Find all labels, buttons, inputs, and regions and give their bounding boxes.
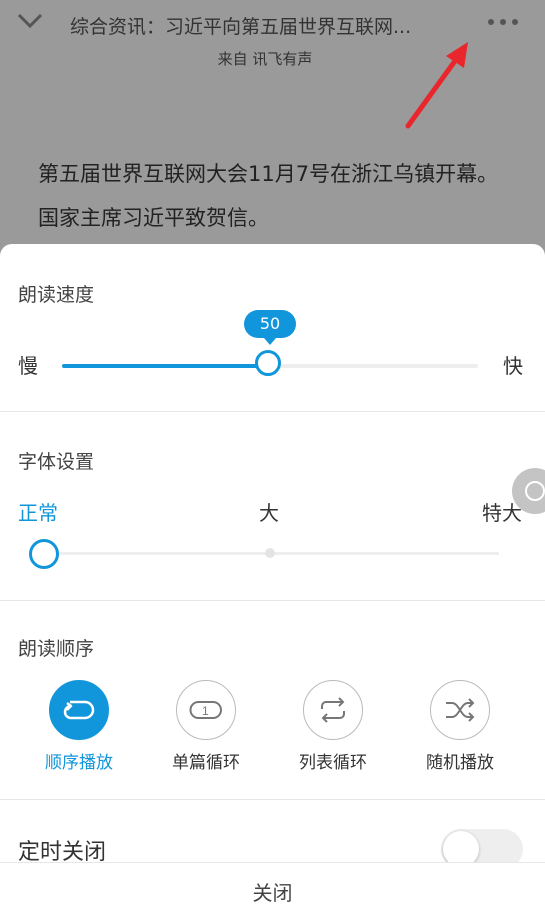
font-option-normal[interactable]: 正常: [18, 497, 58, 526]
order-label: 单篇循环: [172, 753, 240, 773]
order-section-title: 朗读顺序: [18, 638, 95, 660]
close-button[interactable]: 关闭: [0, 863, 545, 923]
svg-text:1: 1: [202, 704, 209, 718]
order-sequential[interactable]: 顺序播放: [24, 680, 134, 773]
chevron-down-icon[interactable]: [16, 10, 44, 32]
font-option-large[interactable]: 大: [259, 497, 279, 526]
repeat-one-icon: 1: [176, 680, 236, 740]
speed-slow-label: 慢: [18, 354, 38, 378]
red-arrow-annotation-icon: [405, 42, 468, 129]
shuffle-icon: [430, 680, 490, 740]
close-bar: 关闭: [0, 862, 545, 923]
play-order-options: 顺序播放 1 单篇循环 列表循环 随机播放: [0, 680, 545, 780]
article-body: 第五届世界互联网大会11月7号在浙江乌镇开幕。国家主席习近平致贺信。: [38, 162, 499, 230]
speed-slider-knob[interactable]: [255, 350, 281, 376]
speed-value-bubble: 50: [244, 310, 296, 345]
order-shuffle[interactable]: 随机播放: [405, 680, 515, 773]
more-menu-icon[interactable]: [488, 8, 528, 36]
order-label: 列表循环: [299, 753, 367, 773]
speed-fast-label: 快: [503, 354, 523, 378]
divider: [0, 600, 545, 601]
repeat-list-icon: [303, 680, 363, 740]
order-label: 顺序播放: [45, 753, 113, 773]
speed-slider-fill: [62, 364, 268, 368]
order-repeat-list[interactable]: 列表循环: [278, 680, 388, 773]
divider: [0, 799, 545, 800]
speed-section-title: 朗读速度: [18, 284, 95, 306]
divider: [0, 411, 545, 412]
order-label: 随机播放: [426, 753, 494, 773]
sequential-icon: [49, 680, 109, 740]
order-repeat-one[interactable]: 1 单篇循环: [151, 680, 261, 773]
font-slider-knob[interactable]: [29, 539, 59, 569]
font-section-title: 字体设置: [18, 451, 95, 473]
font-slider-stop: [265, 548, 275, 558]
reading-settings-sheet: 朗读速度 慢 50 快 字体设置 正常 大 特大 朗读顺序 顺序播放 1 单篇循…: [0, 244, 545, 922]
